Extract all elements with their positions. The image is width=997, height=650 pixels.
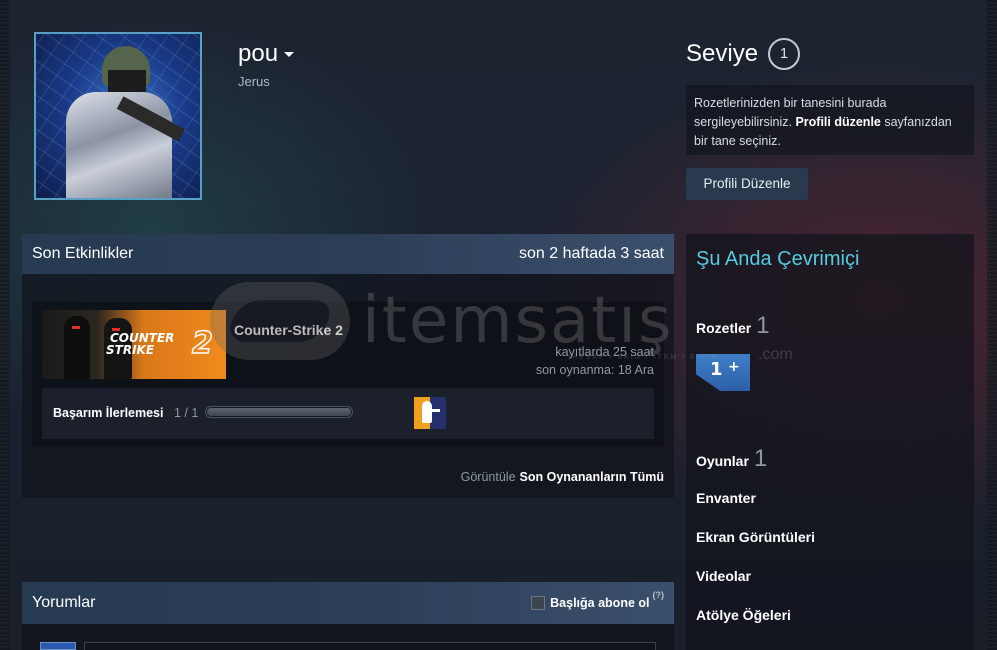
- real-name: Jerus: [238, 74, 270, 89]
- games-count: 1: [753, 445, 768, 472]
- left-edge-decoration: [0, 0, 10, 650]
- profile-sidebar: [686, 234, 974, 650]
- achievement-progress-fill: [207, 408, 351, 416]
- banner-logo-number: 2: [191, 325, 213, 362]
- edit-profile-button[interactable]: Profili Düzenle: [686, 168, 808, 200]
- achievement-count: 1 / 1: [174, 406, 199, 420]
- badge-info-edit-link[interactable]: Profili düzenle: [795, 115, 880, 129]
- help-icon[interactable]: (?): [653, 590, 665, 600]
- chevron-down-icon: [284, 52, 295, 58]
- game-banner-cs2[interactable]: COUNTER STRIKE 2: [42, 310, 226, 379]
- subscribe-label: Başlığa abone ol: [550, 596, 650, 610]
- achievement-icon-figure: [422, 401, 432, 423]
- achievement-progress-label[interactable]: Başarım İlerlemesi: [53, 406, 164, 420]
- view-all-recent-link[interactable]: Son Oynananların Tümü: [520, 470, 664, 484]
- view-label: Görüntüle: [460, 470, 516, 484]
- game-hours: kayıtlarda 25 saat son oynanma: 18 Ara: [536, 343, 654, 379]
- avatar-soldier-mask: [108, 70, 146, 92]
- recent-activity-summary: son 2 haftada 3 saat: [519, 245, 664, 262]
- badges-count: 1: [756, 312, 770, 339]
- right-edge-decoration: [987, 0, 997, 650]
- recent-activity-header: Son Etkinlikler son 2 haftada 3 saat: [22, 234, 674, 274]
- sidebar-item-screenshots[interactable]: Ekran Görüntüleri: [696, 529, 815, 545]
- sidebar-item-workshop[interactable]: Atölye Öğeleri: [696, 607, 791, 623]
- level-title: Seviye: [686, 40, 759, 67]
- achievement-progress-bar: [205, 406, 353, 418]
- badge-icon-plus: +: [728, 359, 740, 375]
- comment-user-avatar: [40, 642, 76, 650]
- persona-name: pou: [238, 40, 279, 67]
- view-all-recent: Görüntüle Son Oynananların Tümü: [461, 470, 664, 484]
- achievement-icon-gun: [426, 409, 440, 412]
- sidebar-item-games[interactable]: Oyunlar 1: [696, 445, 767, 473]
- persona-name-dropdown[interactable]: pou: [238, 40, 295, 68]
- badge-showcase-info: Rozetlerinizden bir tanesini burada serg…: [686, 85, 974, 155]
- comment-input[interactable]: [84, 642, 656, 650]
- online-status: Şu Anda Çevrimiçi: [696, 248, 860, 270]
- sidebar-item-videos[interactable]: Videolar: [696, 568, 751, 584]
- banner-goggle-left: [72, 326, 80, 329]
- subscribe-checkbox[interactable]: [531, 596, 546, 610]
- last-played: son oynanma: 18 Ara: [535, 363, 654, 377]
- profile-avatar[interactable]: [34, 32, 202, 200]
- game-name-link[interactable]: Counter-Strike 2: [234, 322, 343, 338]
- level-badge[interactable]: 1: [768, 38, 801, 70]
- subscribe-toggle[interactable]: Başlığa abone ol (?): [531, 590, 664, 610]
- achievement-icon[interactable]: [414, 397, 446, 429]
- comments-header: Yorumlar Başlığa abone ol (?): [22, 582, 674, 624]
- hours-on-record: kayıtlarda 25 saat: [555, 345, 654, 359]
- recent-activity-title: Son Etkinlikler: [32, 245, 134, 262]
- sidebar-item-badges[interactable]: Rozetler 1: [696, 312, 770, 340]
- comments-title: Yorumlar: [32, 594, 96, 611]
- badges-label: Rozetler: [696, 320, 752, 336]
- sidebar-item-inventory[interactable]: Envanter: [696, 490, 756, 506]
- games-label: Oyunlar: [696, 453, 749, 469]
- level-header: Seviye 1: [686, 38, 801, 70]
- badge-icon-number: 1: [710, 359, 723, 380]
